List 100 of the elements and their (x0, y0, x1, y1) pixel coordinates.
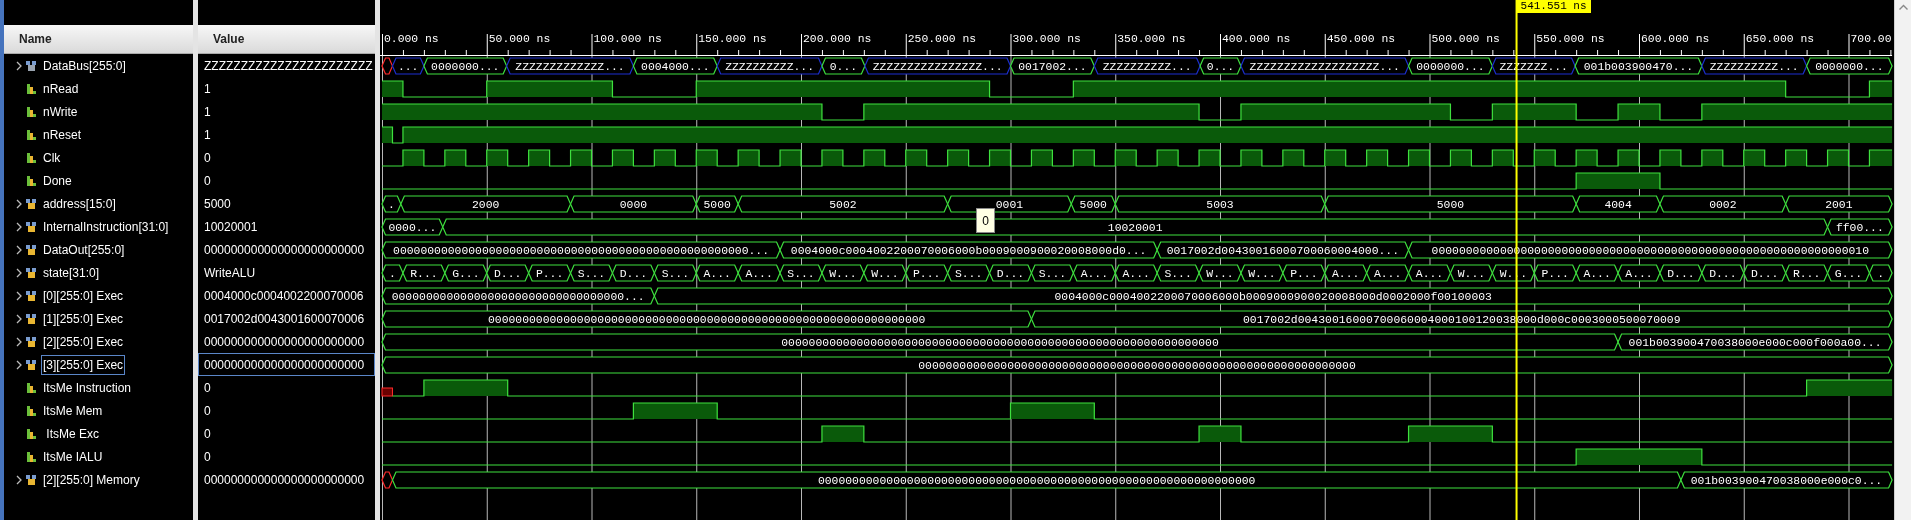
tick-label: 150.000 ns (698, 33, 767, 45)
bus-segment: 0000000000000000000000000000000000... (381, 287, 655, 305)
cursor-time-label: 541.551 ns (1516, 0, 1591, 13)
bus-segment: 0004000c0004002200070006000b0009000900020008000d0... (779, 241, 1158, 259)
bit-signal-icon (26, 105, 37, 118)
chevron-icon[interactable] (15, 290, 23, 301)
column-header: Value (198, 25, 375, 54)
bus-segment: 001b003900470... (1574, 57, 1703, 75)
tick-label: 550.000 ns (1536, 33, 1605, 45)
bus-segment: ZZZZZZZZZZZZZ... (506, 57, 635, 75)
bus-signal-icon (26, 243, 37, 256)
bus-segment: W... (821, 264, 865, 282)
bus-segment: D... (1743, 264, 1787, 282)
bus-segment: 0000000000000000000000000000000000000000000000000000000000000000 (381, 333, 1619, 351)
signal-name[interactable]: nReset (41, 124, 84, 145)
bit-signal-icon (26, 174, 37, 187)
signal-name[interactable]: [2][255:0] Exec (41, 331, 126, 352)
column-header: Name (4, 25, 193, 54)
signal-name[interactable]: ItsMe IALU (41, 446, 105, 467)
signal-name[interactable]: nWrite (41, 101, 80, 122)
signal-name[interactable]: state[31:0] (41, 262, 102, 283)
bus-segment: 4004 (1575, 195, 1661, 213)
bit-signal-icon (26, 82, 37, 95)
signal-name[interactable]: DataBus[255:0] (41, 55, 128, 76)
signal-name[interactable]: InternalInstruction[31:0] (41, 216, 171, 237)
chevron-icon[interactable] (15, 198, 23, 209)
chevron-icon[interactable] (15, 474, 23, 485)
bus-segment: 0000000... (1805, 57, 1893, 75)
signal-value: 0 (203, 402, 212, 420)
bus-segment: S... (653, 264, 697, 282)
bus-segment: 5000 (1070, 195, 1116, 213)
chevron-icon[interactable] (15, 359, 23, 370)
bus-segment: 0002 (1659, 195, 1787, 213)
signal-name[interactable]: [0][255:0] Exec (41, 285, 126, 306)
tick-label: 250.000 ns (907, 33, 977, 45)
signal-value: WriteALU (203, 264, 257, 282)
bus-segment: P... (1282, 264, 1326, 282)
signal-value: 0 (203, 379, 212, 397)
bit-signal-icon (26, 128, 37, 141)
chevron-icon[interactable] (15, 267, 23, 278)
bus-segment: ZZZZZZZZZZ... (1701, 57, 1808, 75)
bit-signal-icon (26, 381, 37, 394)
bus-segment: P... (905, 264, 949, 282)
signal-value: 0 (203, 425, 212, 443)
bus-segment: D... (1659, 264, 1703, 282)
signal-name[interactable]: nRead (41, 78, 81, 99)
bus-segment: 0017002... (1009, 57, 1095, 75)
signal-name[interactable]: Done (41, 170, 74, 191)
bus-segment: W... (1198, 264, 1242, 282)
signal-name[interactable]: Clk (41, 147, 63, 168)
signal-name[interactable]: ItsMe Mem (41, 400, 105, 421)
bus-segment: 0004000c0004002200070006000b0009000900020008000d0002000f00100003 (653, 287, 1893, 305)
chevron-icon[interactable] (15, 221, 23, 232)
bus-segment: 0000... (381, 218, 444, 236)
bus-segment: A... (1617, 264, 1661, 282)
signal-value: ZZZZZZZZZZZZZZZZZZZZZZZ (203, 57, 374, 75)
bus-signal-icon (26, 266, 37, 279)
tick-label: 600.000 ns (1641, 33, 1710, 45)
chevron-icon[interactable] (15, 244, 23, 255)
signal-name[interactable]: [1][255:0] Exec (41, 308, 126, 329)
bus-segment: A... (695, 264, 739, 282)
signal-value: 5000 (203, 195, 232, 213)
bus-segment: A... (1407, 264, 1452, 282)
bus-segment: 0017002d00430016000700060004000... (1156, 241, 1410, 259)
bus-segment: W... (1449, 264, 1493, 282)
signal-name[interactable]: DataOut[255:0] (41, 239, 127, 260)
bus-segment: ff00... (1826, 218, 1893, 236)
signal-name[interactable]: address[15:0] (41, 193, 118, 214)
bus-segment: S... (779, 264, 823, 282)
bus-signal-icon (26, 59, 37, 72)
signal-value: 000000000000000000000000 (203, 333, 366, 351)
bus-segment: 0004000... (632, 57, 718, 75)
chevron-icon[interactable] (15, 336, 23, 347)
bus-signal-icon (26, 358, 37, 371)
bus-signal-icon (26, 473, 37, 486)
chevron-icon[interactable] (15, 60, 23, 71)
bus-segment: R... (402, 264, 446, 282)
tick-label: 0.000 ns (384, 33, 439, 45)
bus-segment: 0000000000000000000000000000000000000000000000000000000000000000 (381, 310, 1033, 328)
bus-segment: P... (1533, 264, 1577, 282)
signal-name[interactable]: ItsMe Instruction (41, 377, 134, 398)
bit-signal-icon (26, 427, 37, 440)
chevron-icon[interactable] (15, 313, 23, 324)
caret-up-icon[interactable] (1898, 4, 1908, 10)
value-tooltip: 0 (976, 208, 995, 233)
bus-segment: 5000 (695, 195, 739, 213)
bus-segment: 2001 (1785, 195, 1893, 213)
tick-label: 500.000 ns (1431, 33, 1500, 45)
bus-segment: D... (611, 264, 655, 282)
signal-name[interactable]: ItsMe Exc (41, 423, 101, 444)
bus-segment: 0000000000000000000000000000000000000000000000000000... (381, 241, 781, 259)
signal-name[interactable]: [3][255:0] Exec (41, 354, 126, 375)
bus-segment: . (381, 195, 402, 213)
bus-segment: 0... (1199, 57, 1242, 75)
bus-segment: S... (1030, 264, 1074, 282)
signal-name[interactable]: [2][255:0] Memory (41, 469, 142, 490)
signal-value: 000000000000000000000000 (198, 353, 375, 376)
bus-segment: G... (1826, 264, 1871, 282)
bus-segment: R... (1785, 264, 1829, 282)
bus-segment: A... (1324, 264, 1368, 282)
